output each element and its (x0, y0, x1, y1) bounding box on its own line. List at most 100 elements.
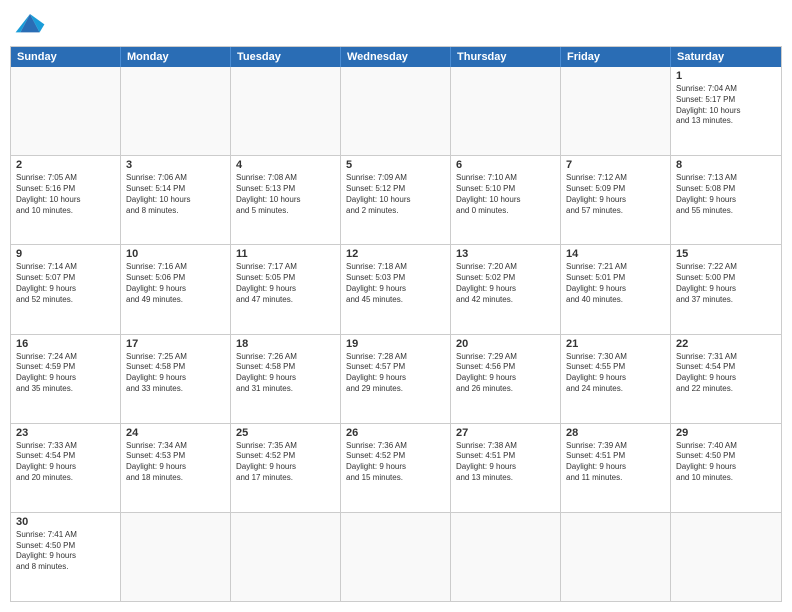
cell-info: Sunrise: 7:12 AMSunset: 5:09 PMDaylight:… (566, 173, 665, 216)
day-number: 20 (456, 338, 555, 350)
day-number: 30 (16, 516, 115, 528)
cal-cell: 25Sunrise: 7:35 AMSunset: 4:52 PMDayligh… (231, 424, 341, 512)
cal-cell: 6 Sunrise: 7:10 AMSunset: 5:10 PMDaylight… (451, 156, 561, 244)
cal-cell: 20 Sunrise: 7:29 AMSunset: 4:56 PMDayligh… (451, 335, 561, 423)
cal-cell: 14Sunrise: 7:21 AMSunset: 5:01 PMDayligh… (561, 245, 671, 333)
cal-cell: 27Sunrise: 7:38 AMSunset: 4:51 PMDayligh… (451, 424, 561, 512)
day-number: 6 (456, 159, 555, 171)
cal-cell: 10 Sunrise: 7:16 AMSunset: 5:06 PMDayligh… (121, 245, 231, 333)
header-day-saturday: Saturday (671, 47, 781, 67)
cal-cell: 19 Sunrise: 7:28 AMSunset: 4:57 PMDayligh… (341, 335, 451, 423)
day-number: 12 (346, 248, 445, 260)
cell-info: Sunrise: 7:13 AMSunset: 5:08 PMDaylight:… (676, 173, 776, 216)
cell-info: Sunrise: 7:14 AMSunset: 5:07 PMDaylight:… (16, 262, 115, 305)
header-day-friday: Friday (561, 47, 671, 67)
cell-info: Sunrise: 7:34 AMSunset: 4:53 PMDaylight:… (126, 441, 225, 484)
cell-info: Sunrise: 7:21 AMSunset: 5:01 PMDaylight:… (566, 262, 665, 305)
cell-info: Sunrise: 7:30 AMSunset: 4:55 PMDaylight:… (566, 352, 665, 395)
cell-info: Sunrise: 7:06 AMSunset: 5:14 PMDaylight:… (126, 173, 225, 216)
cal-cell: 18Sunrise: 7:26 AMSunset: 4:58 PMDayligh… (231, 335, 341, 423)
header (10, 10, 782, 38)
calendar-header: SundayMondayTuesdayWednesdayThursdayFrid… (11, 47, 781, 67)
cell-info: Sunrise: 7:10 AMSunset: 5:10 PMDaylight:… (456, 173, 555, 216)
cell-info: Sunrise: 7:33 AMSunset: 4:54 PMDaylight:… (16, 441, 115, 484)
cal-cell: 4Sunrise: 7:08 AMSunset: 5:13 PMDaylight… (231, 156, 341, 244)
cell-info: Sunrise: 7:31 AMSunset: 4:54 PMDaylight:… (676, 352, 776, 395)
cell-info: Sunrise: 7:26 AMSunset: 4:58 PMDaylight:… (236, 352, 335, 395)
cal-cell (11, 67, 121, 155)
cal-cell (341, 67, 451, 155)
day-number: 11 (236, 248, 335, 260)
cell-info: Sunrise: 7:28 AMSunset: 4:57 PMDaylight:… (346, 352, 445, 395)
day-number: 24 (126, 427, 225, 439)
cal-cell (121, 513, 231, 601)
day-number: 26 (346, 427, 445, 439)
day-number: 22 (676, 338, 776, 350)
cell-info: Sunrise: 7:36 AMSunset: 4:52 PMDaylight:… (346, 441, 445, 484)
cal-cell: 5Sunrise: 7:09 AMSunset: 5:12 PMDaylight… (341, 156, 451, 244)
week-row-5: 30 Sunrise: 7:41 AMSunset: 4:50 PMDayligh… (11, 512, 781, 601)
cal-cell (121, 67, 231, 155)
day-number: 28 (566, 427, 665, 439)
cal-cell: 13Sunrise: 7:20 AMSunset: 5:02 PMDayligh… (451, 245, 561, 333)
day-number: 8 (676, 159, 776, 171)
header-day-wednesday: Wednesday (341, 47, 451, 67)
day-number: 7 (566, 159, 665, 171)
day-number: 25 (236, 427, 335, 439)
week-row-4: 23 Sunrise: 7:33 AMSunset: 4:54 PMDayligh… (11, 423, 781, 512)
cal-cell: 11 Sunrise: 7:17 AMSunset: 5:05 PMDayligh… (231, 245, 341, 333)
cal-cell (561, 67, 671, 155)
day-number: 16 (16, 338, 115, 350)
cal-cell: 1 Sunrise: 7:04 AMSunset: 5:17 PMDaylight… (671, 67, 781, 155)
cal-cell: 23 Sunrise: 7:33 AMSunset: 4:54 PMDayligh… (11, 424, 121, 512)
cell-info: Sunrise: 7:40 AMSunset: 4:50 PMDaylight:… (676, 441, 776, 484)
week-row-1: 2 Sunrise: 7:05 AMSunset: 5:16 PMDaylight… (11, 155, 781, 244)
header-day-monday: Monday (121, 47, 231, 67)
cal-cell: 9Sunrise: 7:14 AMSunset: 5:07 PMDaylight… (11, 245, 121, 333)
cell-info: Sunrise: 7:25 AMSunset: 4:58 PMDaylight:… (126, 352, 225, 395)
cal-cell (341, 513, 451, 601)
cal-cell: 3Sunrise: 7:06 AMSunset: 5:14 PMDaylight… (121, 156, 231, 244)
cal-cell (451, 67, 561, 155)
week-row-3: 16 Sunrise: 7:24 AMSunset: 4:59 PMDayligh… (11, 334, 781, 423)
day-number: 15 (676, 248, 776, 260)
cal-cell: 22 Sunrise: 7:31 AMSunset: 4:54 PMDayligh… (671, 335, 781, 423)
cell-info: Sunrise: 7:41 AMSunset: 4:50 PMDaylight:… (16, 530, 115, 573)
day-number: 2 (16, 159, 115, 171)
day-number: 21 (566, 338, 665, 350)
day-number: 1 (676, 70, 776, 82)
cal-cell (671, 513, 781, 601)
cell-info: Sunrise: 7:05 AMSunset: 5:16 PMDaylight:… (16, 173, 115, 216)
calendar: SundayMondayTuesdayWednesdayThursdayFrid… (10, 46, 782, 602)
cell-info: Sunrise: 7:24 AMSunset: 4:59 PMDaylight:… (16, 352, 115, 395)
day-number: 13 (456, 248, 555, 260)
cal-cell: 30 Sunrise: 7:41 AMSunset: 4:50 PMDayligh… (11, 513, 121, 601)
header-day-tuesday: Tuesday (231, 47, 341, 67)
header-day-thursday: Thursday (451, 47, 561, 67)
cal-cell: 2 Sunrise: 7:05 AMSunset: 5:16 PMDaylight… (11, 156, 121, 244)
page: SundayMondayTuesdayWednesdayThursdayFrid… (0, 0, 792, 612)
cell-info: Sunrise: 7:16 AMSunset: 5:06 PMDaylight:… (126, 262, 225, 305)
day-number: 29 (676, 427, 776, 439)
day-number: 19 (346, 338, 445, 350)
cell-info: Sunrise: 7:29 AMSunset: 4:56 PMDaylight:… (456, 352, 555, 395)
week-row-0: 1 Sunrise: 7:04 AMSunset: 5:17 PMDaylight… (11, 67, 781, 155)
day-number: 23 (16, 427, 115, 439)
cal-cell: 29 Sunrise: 7:40 AMSunset: 4:50 PMDayligh… (671, 424, 781, 512)
cal-cell (231, 67, 341, 155)
calendar-body: 1 Sunrise: 7:04 AMSunset: 5:17 PMDaylight… (11, 67, 781, 601)
cell-info: Sunrise: 7:39 AMSunset: 4:51 PMDaylight:… (566, 441, 665, 484)
cal-cell (561, 513, 671, 601)
day-number: 10 (126, 248, 225, 260)
day-number: 4 (236, 159, 335, 171)
header-day-sunday: Sunday (11, 47, 121, 67)
cal-cell: 17Sunrise: 7:25 AMSunset: 4:58 PMDayligh… (121, 335, 231, 423)
cal-cell: 16 Sunrise: 7:24 AMSunset: 4:59 PMDayligh… (11, 335, 121, 423)
cell-info: Sunrise: 7:18 AMSunset: 5:03 PMDaylight:… (346, 262, 445, 305)
cell-info: Sunrise: 7:17 AMSunset: 5:05 PMDaylight:… (236, 262, 335, 305)
day-number: 27 (456, 427, 555, 439)
week-row-2: 9Sunrise: 7:14 AMSunset: 5:07 PMDaylight… (11, 244, 781, 333)
cal-cell: 28 Sunrise: 7:39 AMSunset: 4:51 PMDayligh… (561, 424, 671, 512)
cal-cell: 7 Sunrise: 7:12 AMSunset: 5:09 PMDaylight… (561, 156, 671, 244)
cell-info: Sunrise: 7:04 AMSunset: 5:17 PMDaylight:… (676, 84, 776, 127)
